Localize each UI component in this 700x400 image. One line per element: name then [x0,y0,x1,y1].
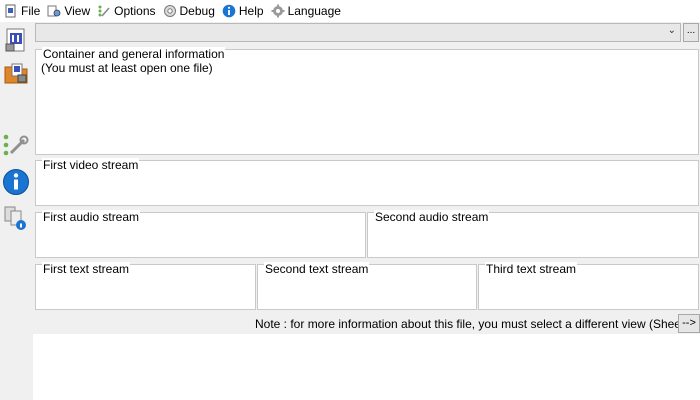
menu-help[interactable]: Help [220,1,269,21]
audio-stream-2-title: Second audio stream [374,210,490,224]
left-toolbar [0,22,33,400]
audio-stream-1-title: First audio stream [42,210,141,224]
about-icon [3,169,29,195]
open-file-button[interactable] [1,25,31,55]
debug-icon [163,5,176,17]
text-stream-2-panel: Second text stream [257,262,477,310]
audio-stream-2-panel: Second audio stream [367,210,699,258]
menu-file[interactable]: File [2,1,45,21]
file-icon [5,4,16,18]
browse-button[interactable]: ... [683,23,699,42]
chevron-down-icon: ⌄ [667,25,676,36]
language-icon [271,4,285,18]
text-stream-3-title: Third text stream [485,262,578,276]
open-file-icon [5,28,25,52]
menu-debug[interactable]: Debug [161,1,220,21]
help-icon [222,4,236,18]
preferences-icon [3,134,29,156]
change-view-button[interactable]: --> [678,314,700,333]
text-stream-1-panel: First text stream [35,262,256,310]
empty-footer-area [33,334,700,400]
open-folder-icon [4,63,28,84]
menu-view[interactable]: View [45,1,95,21]
knowledge-button[interactable] [1,203,31,233]
info-note: Note : for more information about this f… [255,317,700,331]
open-folder-button[interactable] [1,58,31,88]
preferences-button[interactable] [1,130,31,160]
text-stream-2-title: Second text stream [264,262,370,276]
menu-language[interactable]: Language [269,1,346,21]
main-area: ⌄ ... Container and general information … [33,22,700,400]
general-info-panel: Container and general information (You m… [35,47,699,155]
menu-language-label: Language [287,4,341,18]
text-stream-1-title: First text stream [42,262,131,276]
audio-stream-1-panel: First audio stream [35,210,366,258]
file-select-dropdown[interactable]: ⌄ [35,23,681,42]
menu-options-label: Options [114,4,156,18]
options-icon [98,5,110,17]
video-stream-1-panel: First video stream [35,158,699,206]
menu-file-label: File [21,4,41,18]
menu-options[interactable]: Options [95,1,160,21]
general-info-title: Container and general information [42,47,226,61]
general-info-body: (You must at least open one file) [41,61,213,75]
video-stream-1-title: First video stream [42,158,140,172]
menu-debug-label: Debug [179,4,215,18]
knowledge-icon [4,206,26,230]
menu-view-label: View [64,4,91,18]
menu-help-label: Help [238,4,264,18]
view-icon [47,5,61,17]
text-stream-3-panel: Third text stream [478,262,699,310]
menu-bar: File View Options Debug Help Language [0,0,700,22]
about-button[interactable] [1,167,31,197]
